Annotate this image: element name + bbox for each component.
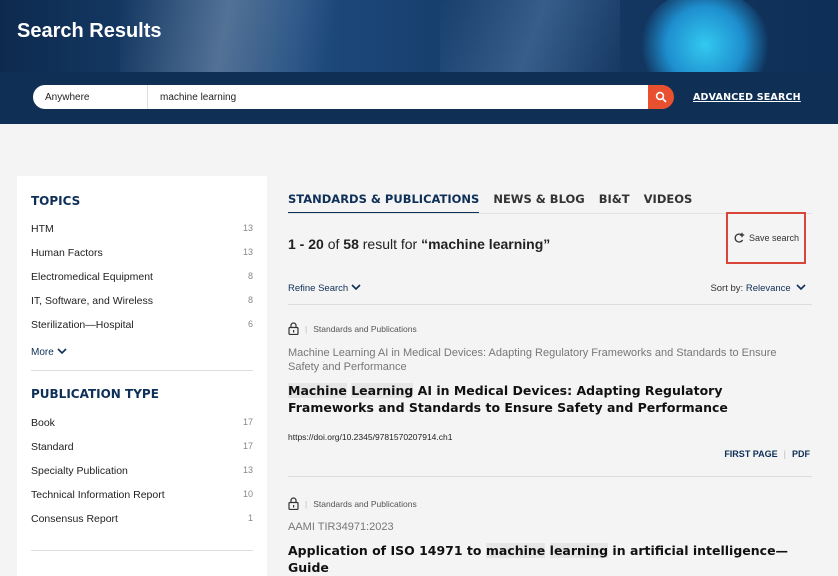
page-title: Search Results [17,20,162,42]
save-search-label: Save search [748,233,800,243]
pdf-link[interactable]: PDF [792,449,810,459]
result-tabs: STANDARDS & PUBLICATIONS NEWS & BLOG BI&… [288,192,692,214]
highlight: Machine [288,383,347,398]
filter-count: 13 [242,223,253,233]
pubtype-filter-item[interactable]: Standard 17 [31,441,253,453]
divider [31,550,253,551]
filter-label: Sterilization—Hospital [31,319,134,331]
filter-count: 8 [247,271,253,281]
filter-label: IT, Software, and Wireless [31,295,153,307]
result-links: FIRST PAGE | PDF [724,449,810,459]
results-panel: STANDARDS & PUBLICATIONS NEWS & BLOG BI&… [288,176,818,576]
topics-more-button[interactable]: More [31,347,67,358]
filter-count: 17 [242,441,253,451]
highlight: Learning [351,383,414,398]
filter-count: 13 [242,465,253,475]
filter-count: 8 [247,295,253,305]
filter-label: Consensus Report [31,513,118,525]
more-label: More [31,347,54,358]
separator: | [783,449,786,459]
filter-count: 1 [247,513,253,523]
results-total: 58 [343,236,359,252]
sort-label: Sort by: [710,283,744,294]
pubtype-filter-item[interactable]: Consensus Report 1 [31,513,253,525]
chevron-down-icon [796,284,806,291]
publication-type-heading: PUBLICATION TYPE [31,387,159,401]
result-title-text: Application of ISO 14971 to [288,543,486,558]
results-summary: 1 - 20 of 58 result for “machine learnin… [288,236,550,252]
filter-count: 10 [242,489,253,499]
pubtype-filter-item[interactable]: Technical Information Report 10 [31,489,253,501]
result-category: Standards and Publications [313,498,417,509]
results-range: 1 - 20 [288,236,324,252]
tab-videos[interactable]: VIDEOS [644,192,693,214]
filter-label: HTM [31,223,54,235]
result-category: Standards and Publications [313,323,417,334]
search-icon [655,91,667,103]
filter-label: Electromedical Equipment [31,271,153,283]
refine-search-button[interactable]: Refine Search [288,283,361,294]
filter-count: 6 [247,319,253,329]
sort-value: Relevance [745,283,791,294]
topic-filter-item[interactable]: Electromedical Equipment 8 [31,271,253,283]
filter-count: 13 [242,247,253,257]
tab-standards-publications[interactable]: STANDARDS & PUBLICATIONS [288,192,480,214]
sort-dropdown[interactable]: Sort by: Relevance [710,283,806,294]
filter-label: Standard [31,441,74,453]
filter-label: Technical Information Report [31,489,165,501]
results-for: result for [362,236,418,252]
result-subtitle: Machine Learning AI in Medical Devices: … [288,347,777,373]
search-bar[interactable]: Anywhere machine learning [33,85,673,109]
filter-label: Specialty Publication [31,465,128,477]
result-title[interactable]: Application of ISO 14971 to machine lear… [288,542,808,576]
search-button[interactable] [648,85,674,109]
results-of: of [327,236,340,252]
chevron-down-icon [57,348,67,355]
pubtype-filter-item[interactable]: Specialty Publication 13 [31,465,253,477]
divider [288,304,812,305]
topics-heading: TOPICS [31,194,81,208]
result-meta: | Standards and Publications [288,322,417,335]
result-doi-link[interactable]: https://doi.org/10.2345/9781570207914.ch… [288,432,452,442]
filter-sidebar: TOPICS HTM 13 Human Factors 13 Electromedi… [17,176,267,576]
first-page-link[interactable]: FIRST PAGE [724,449,777,459]
lock-icon [288,322,299,335]
search-scope-select[interactable]: Anywhere [33,85,148,109]
lock-icon [288,497,299,510]
chevron-down-icon [351,284,361,291]
filter-label: Human Factors [31,247,103,259]
highlight: learning [549,543,609,558]
filter-label: Book [31,417,55,429]
advanced-search-link[interactable]: ADVANCED SEARCH [693,92,801,103]
topic-filter-item[interactable]: HTM 13 [31,223,253,235]
result-subtitle: AAMI TIR34971:2023 [288,521,394,533]
save-search-button[interactable]: Save search [726,212,806,264]
results-query: “machine learning” [421,236,551,252]
highlight: machine [485,543,546,558]
topic-filter-item[interactable]: IT, Software, and Wireless 8 [31,295,253,307]
tab-news-blog[interactable]: NEWS & BLOG [493,192,584,214]
search-input[interactable]: machine learning [148,92,673,103]
save-search-icon [734,232,745,243]
pubtype-filter-item[interactable]: Book 17 [31,417,253,429]
result-title[interactable]: Machine Learning AI in Medical Devices: … [288,382,808,416]
filter-count: 17 [242,417,253,427]
topic-filter-item[interactable]: Sterilization—Hospital 6 [31,319,253,331]
result-meta: | Standards and Publications [288,497,417,510]
divider [288,476,812,477]
divider [31,370,253,371]
topic-filter-item[interactable]: Human Factors 13 [31,247,253,259]
tab-bit[interactable]: BI&T [599,192,630,214]
refine-label: Refine Search [288,283,349,294]
